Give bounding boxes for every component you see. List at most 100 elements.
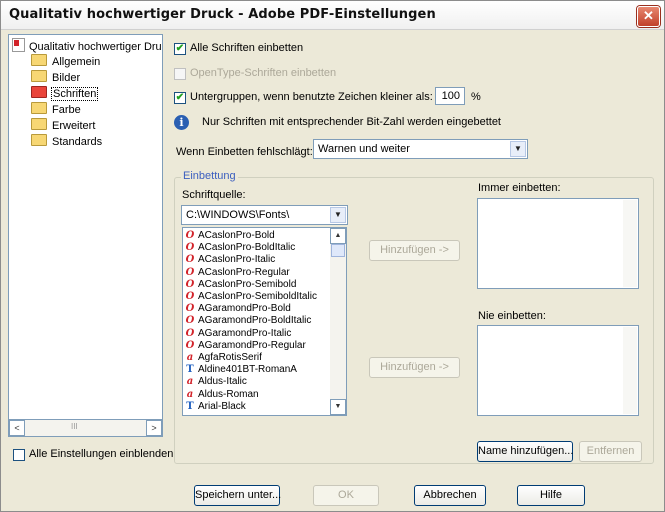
chevron-down-icon[interactable]: ▼ — [330, 207, 346, 223]
font-name: Arial-Black — [198, 400, 246, 412]
folder-icon — [31, 54, 47, 66]
font-name: ACaslonPro-BoldItalic — [198, 242, 296, 254]
subset-checkbox[interactable]: ✔ — [174, 92, 186, 104]
font-name: Aldus-Italic — [198, 376, 247, 388]
font-name: ACaslonPro-Semibold — [198, 278, 297, 290]
tree-root[interactable]: Qualitativ hochwertiger Druc — [12, 38, 163, 53]
window-title: Qualitativ hochwertiger Druck - Adobe PD… — [9, 7, 436, 22]
font-list-item[interactable]: O ACaslonPro-Regular — [185, 267, 290, 279]
tree-item-schriften[interactable]: Schriften — [31, 86, 99, 101]
font-list-item[interactable]: O AGaramondPro-Italic — [185, 327, 292, 340]
scroll-right-button[interactable]: > — [146, 420, 162, 436]
font-list-item[interactable]: O ACaslonPro-SemiboldItalic — [185, 291, 317, 303]
font-list-item[interactable]: a Aldus-Roman — [185, 389, 259, 401]
font-list-item[interactable]: T Arial-Black — [185, 401, 246, 413]
font-list-item[interactable]: O ACaslonPro-Bold — [185, 230, 275, 242]
font-list-item[interactable]: O AGaramondPro-BoldItalic — [185, 315, 312, 327]
dialog-window: Qualitativ hochwertiger Druck - Adobe PD… — [0, 0, 665, 512]
info-text: Nur Schriften mit entsprechender Bit-Zah… — [202, 116, 501, 128]
tree-item-farbe[interactable]: Farbe — [31, 102, 82, 116]
scroll-thumb-grip[interactable]: III — [71, 422, 78, 431]
save-as-button[interactable]: Speichern unter... — [194, 485, 281, 506]
font-name: Aldus-Roman — [198, 388, 259, 400]
tree-item-erweitert[interactable]: Erweitert — [31, 118, 96, 132]
close-button[interactable]: ✕ — [637, 6, 660, 27]
font-name: Aldine401BT-RomanA — [198, 364, 297, 376]
folder-icon — [31, 70, 47, 82]
opentype-font-icon: O — [185, 254, 195, 266]
font-source-select[interactable]: C:\WINDOWS\Fonts\ ▼ — [181, 205, 348, 225]
settings-tree[interactable]: Qualitativ hochwertiger Druc Allgemein B… — [8, 34, 163, 437]
fail-action-select[interactable]: Warnen und weiter ▼ — [313, 139, 528, 159]
folder-icon — [31, 102, 47, 114]
never-list-scrollbar[interactable] — [623, 327, 637, 414]
chevron-down-icon[interactable]: ▼ — [510, 141, 526, 157]
tree-item-standards[interactable]: Standards — [31, 134, 103, 148]
font-name: AGaramondPro-Bold — [198, 303, 291, 315]
help-button[interactable]: Hilfe — [517, 485, 585, 506]
tree-item-label: Schriften — [51, 87, 99, 101]
font-list-item[interactable]: O ACaslonPro-Italic — [185, 254, 276, 266]
opentype-font-icon: O — [185, 230, 195, 241]
type1-font-icon: a — [186, 376, 194, 388]
font-list-item[interactable]: a Aldus-Italic — [185, 376, 247, 388]
embed-all-checkbox[interactable]: ✔ — [174, 43, 186, 55]
subset-percent-input[interactable]: 100 — [435, 87, 465, 105]
subset-label: Untergruppen, wenn benutzte Zeichen klei… — [190, 91, 433, 103]
fail-label: Wenn Einbetten fehlschlägt: — [176, 146, 313, 158]
cancel-button[interactable]: Abbrechen — [414, 485, 486, 506]
never-embed-list[interactable] — [477, 325, 639, 416]
tree-item-label: Allgemein — [52, 56, 101, 68]
font-list-item[interactable]: O ACaslonPro-BoldItalic — [185, 242, 296, 254]
always-embed-list[interactable] — [477, 198, 639, 289]
opentype-font-icon: O — [185, 242, 195, 254]
title-bar[interactable]: Qualitativ hochwertiger Druck - Adobe PD… — [1, 1, 664, 30]
pdf-document-icon — [12, 38, 25, 52]
fail-action-value: Warnen und weiter — [318, 143, 410, 155]
font-list-item[interactable]: O AGaramondPro-Bold — [185, 303, 291, 315]
show-all-checkbox[interactable] — [13, 449, 25, 461]
font-list-scrollbar[interactable]: ▲ ▼ — [330, 228, 346, 415]
scroll-left-button[interactable]: < — [9, 420, 25, 436]
font-source-value: C:\WINDOWS\Fonts\ — [186, 209, 290, 221]
truetype-font-icon: T — [186, 400, 194, 412]
tree-item-label: Standards — [52, 136, 103, 148]
add-never-button[interactable]: Hinzufügen -> — [369, 357, 460, 378]
font-source-label: Schriftquelle: — [182, 189, 246, 201]
font-list-item[interactable]: O AGaramondPro-Regular — [185, 340, 306, 352]
font-list[interactable]: O ACaslonPro-Bold O ACaslonPro-BoldItalic O A… — [182, 227, 347, 416]
add-name-button[interactable]: Name hinzufügen... — [477, 441, 573, 462]
scroll-thumb[interactable] — [331, 244, 345, 257]
show-all-label: Alle Einstellungen einblenden — [29, 448, 174, 460]
tree-item-bilder[interactable]: Bilder — [31, 70, 81, 84]
font-name: AGaramondPro-Regular — [198, 339, 306, 351]
opentype-font-icon: O — [185, 327, 195, 339]
opentype-font-icon: O — [185, 339, 195, 351]
font-name: ACaslonPro-Regular — [198, 266, 290, 278]
opentype-font-icon: O — [185, 291, 195, 302]
type1-font-icon: a — [186, 352, 194, 363]
add-always-button[interactable]: Hinzufügen -> — [369, 240, 460, 261]
font-name: AGaramondPro-Italic — [198, 327, 292, 339]
font-list-item[interactable]: T Aldine401BT-RomanA — [185, 364, 297, 376]
font-list-item[interactable]: O ACaslonPro-Semibold — [185, 278, 297, 291]
font-name: ACaslonPro-SemiboldItalic — [198, 291, 317, 302]
opentype-font-icon: O — [185, 303, 195, 315]
tree-item-allgemein[interactable]: Allgemein — [31, 54, 101, 68]
embedding-legend: Einbettung — [181, 170, 238, 182]
opentype-label: OpenType-Schriften einbetten — [190, 67, 337, 79]
tree-item-label: Erweitert — [52, 120, 96, 132]
ok-button[interactable]: OK — [313, 485, 379, 506]
tree-root-label: Qualitativ hochwertiger Druc — [29, 41, 163, 53]
opentype-font-icon: O — [185, 266, 195, 278]
opentype-checkbox[interactable] — [174, 68, 186, 80]
font-list-item[interactable]: a AgfaRotisSerif — [185, 352, 262, 364]
always-list-scrollbar[interactable] — [623, 200, 637, 287]
scroll-up-button[interactable]: ▲ — [330, 228, 346, 244]
folder-icon — [31, 118, 47, 130]
scroll-down-button[interactable]: ▼ — [330, 399, 346, 415]
font-name: AGaramondPro-BoldItalic — [198, 315, 312, 327]
info-icon: i — [174, 115, 189, 130]
remove-button[interactable]: Entfernen — [579, 441, 642, 462]
tree-horizontal-scrollbar[interactable]: < III > — [8, 419, 163, 437]
